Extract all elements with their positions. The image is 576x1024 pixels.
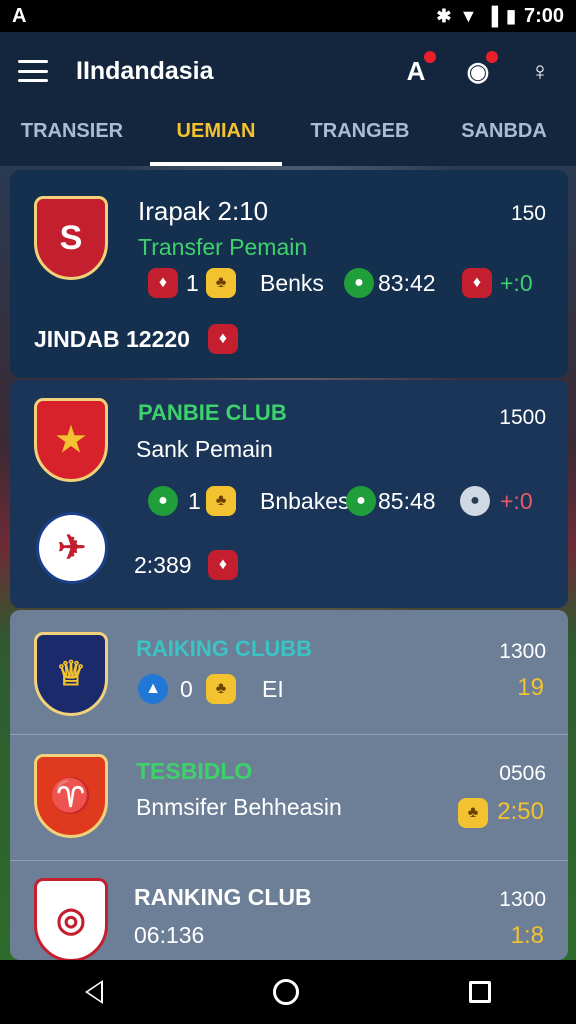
award-button[interactable]: ♀ — [522, 53, 558, 89]
card-value: 1500 — [499, 406, 546, 429]
home-icon[interactable] — [273, 979, 299, 1005]
card-subtitle: Sank Pemain — [136, 436, 273, 462]
system-nav-bar — [0, 960, 576, 1024]
stat-label: Bnbakes — [260, 488, 350, 514]
card-title: RAIKING CLUBB — [136, 636, 312, 661]
stat-label: Benks — [260, 270, 324, 296]
font-a-icon: A — [406, 55, 426, 86]
card-title: RANKING CLUB — [134, 884, 312, 910]
ball-icon: ● — [344, 268, 374, 298]
club-crest-icon: S — [34, 196, 108, 280]
stat-count: 1 — [186, 270, 199, 296]
card-footer: JINDAB 12220 — [34, 326, 190, 352]
row-divider — [10, 734, 568, 735]
yellow-card-icon: ♣ — [206, 486, 236, 516]
card-subtitle: Bnmsifer Behheasin — [136, 794, 342, 820]
yellow-card-icon: ♣ — [458, 798, 488, 828]
card-value: 0506 — [499, 762, 546, 785]
card-subtitle: 06:136 — [134, 922, 205, 948]
app-title: IIndandasia — [76, 56, 214, 85]
tab-transfer-2[interactable]: TRANGEB — [288, 110, 432, 166]
card-value: 1300 — [499, 888, 546, 911]
tab-transfer[interactable]: TRANSIER — [0, 110, 144, 166]
card-value: 1300 — [499, 640, 546, 663]
stat-label: EI — [262, 676, 284, 702]
stat-diff: 2:50 — [497, 798, 544, 825]
stat-diff: +:0 — [500, 270, 533, 296]
alert-button[interactable]: A — [398, 51, 436, 89]
notification-dot — [424, 51, 436, 63]
ball-icon: ● — [346, 486, 376, 516]
notification-dot — [486, 51, 498, 63]
red-card-icon: ♦ — [462, 268, 492, 298]
ribbon-icon: ♀ — [530, 55, 550, 86]
stat-score: 83:42 — [378, 270, 436, 296]
profile-button[interactable]: ◉ — [460, 51, 498, 89]
battery-icon: ▮ — [506, 5, 516, 26]
club-crest-icon: ★ — [34, 398, 108, 482]
stat-diff: 19 — [517, 674, 544, 701]
tab-bar: TRANSIER UEMIAN TRANGEB SANBDA — [0, 110, 576, 166]
stat-score: 85:48 — [378, 488, 436, 514]
card-footer: 2:389 — [134, 552, 192, 578]
stat-diff: +:0 — [500, 488, 533, 514]
app-bar: IIndandasia A ◉ ♀ — [0, 32, 576, 110]
club-crest-icon: ♕ — [34, 632, 108, 716]
wifi-icon: ▼ — [459, 5, 478, 26]
card-value: 150 — [510, 202, 546, 225]
club-crest-icon: ♈ — [34, 754, 108, 838]
ball-icon: ● — [148, 486, 178, 516]
stat-diff: 1:8 — [510, 922, 544, 949]
recents-icon[interactable] — [469, 981, 491, 1003]
clock: 7:00 — [523, 4, 564, 27]
card-title: PANBIE CLUB — [138, 400, 287, 425]
stat-count: 1 — [188, 488, 201, 514]
card-title: Irapak 2:10 — [138, 196, 269, 226]
tab-sanbda[interactable]: SANBDA — [432, 110, 576, 166]
back-icon[interactable] — [85, 980, 103, 1004]
club-crest-icon: ◎ — [34, 878, 108, 962]
row-divider — [10, 860, 568, 861]
app-notification-icon: A — [12, 4, 27, 27]
stat-count: 0 — [180, 676, 193, 702]
ball-icon: ● — [460, 486, 490, 516]
red-card-icon: ♦ — [148, 268, 178, 298]
status-bar: A ✱ ▼ ▐ ▮ 7:00 — [0, 0, 576, 32]
yellow-card-icon: ♣ — [206, 268, 236, 298]
red-card-icon: ♦ — [208, 324, 238, 354]
bluetooth-icon: ✱ — [436, 5, 452, 26]
ball-icon: ▲ — [138, 674, 168, 704]
yellow-card-icon: ♣ — [206, 674, 236, 704]
red-card-icon: ♦ — [208, 550, 238, 580]
tab-pemain[interactable]: UEMIAN — [144, 110, 288, 166]
club-crest-icon: ✈ — [36, 512, 108, 584]
card-title: TESBIDLO — [136, 758, 253, 784]
signal-icon: ▐ — [485, 5, 499, 26]
card-subtitle: Transfer Pemain — [138, 234, 308, 260]
menu-icon[interactable] — [18, 60, 48, 82]
